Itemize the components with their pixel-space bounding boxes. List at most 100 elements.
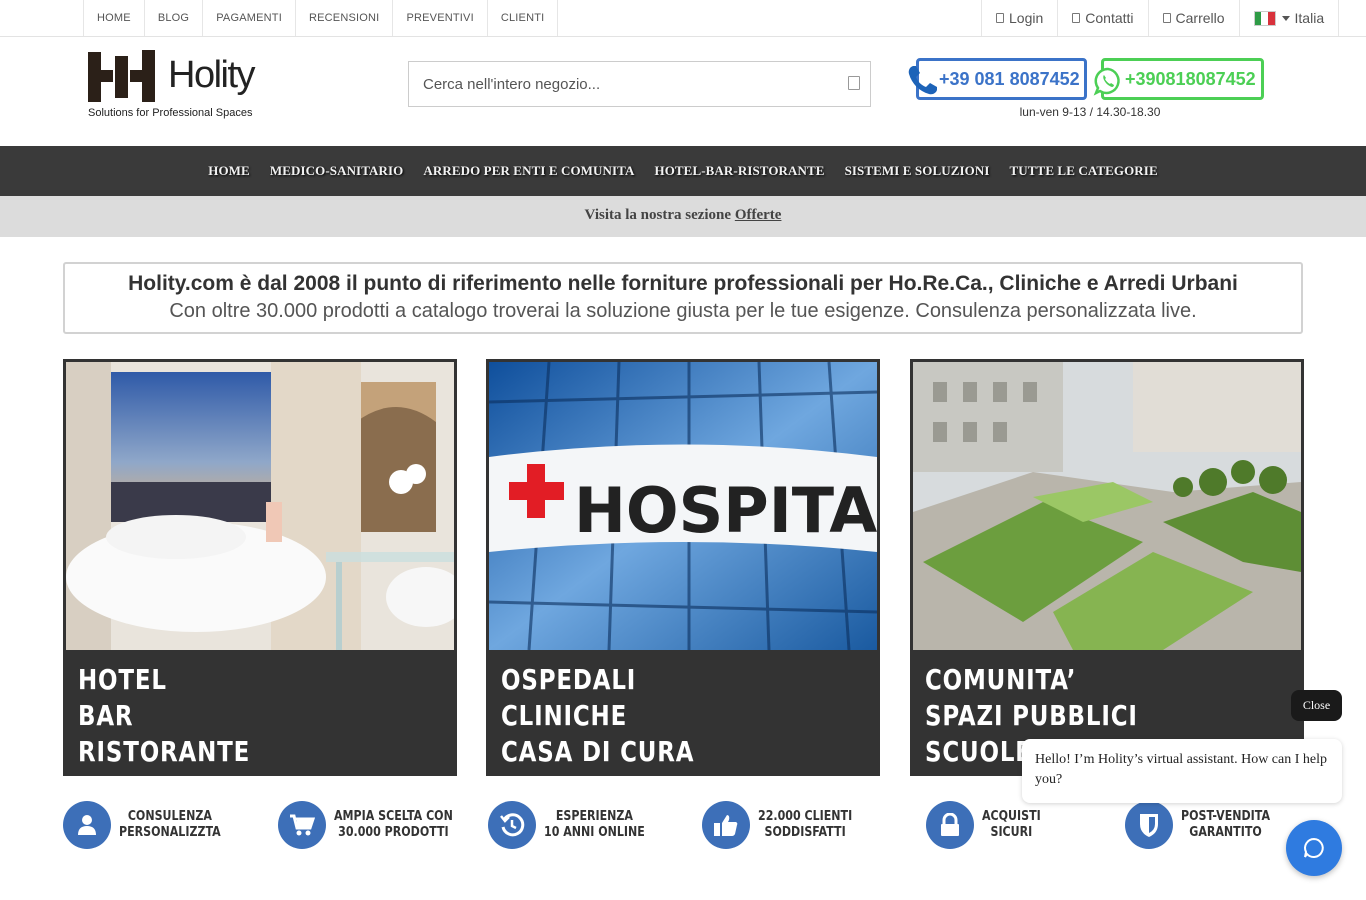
feature-line: 10 ANNI ONLINE [544,825,645,840]
italy-flag-icon [1253,10,1276,26]
thumbs-up-icon [702,801,750,849]
contacts-icon [1072,13,1081,23]
whatsapp-number: +390818087452 [1125,69,1256,89]
category-card-hotel[interactable]: HOTEL BAR RISTORANTE [63,359,457,776]
caption-line: RISTORANTE [78,735,251,768]
top-link-recensioni[interactable]: RECENSIONI [296,0,394,36]
phone-contact[interactable]: +39 081 8087452 [916,58,1087,100]
chat-launcher-button[interactable] [1286,820,1342,876]
intro-title: Holity.com è dal 2008 il punto di riferi… [128,272,1238,295]
top-link-preventivi[interactable]: PREVENTIVI [393,0,488,36]
cart-label: Carrello [1175,10,1225,26]
public-space-image [913,362,1301,650]
feature-consulenza: CONSULENZA PERSONALIZZTA [63,800,239,850]
top-link-blog[interactable]: BLOG [145,0,204,36]
hospital-sign-text: HOSPITA [574,474,877,547]
contacts-link[interactable]: Contatti [1058,0,1149,36]
top-link-home[interactable]: HOME [84,0,145,36]
intro-subtitle: Con oltre 30.000 prodotti a catalogo tro… [169,300,1197,322]
feature-line: CONSULENZA [127,809,212,824]
whatsapp-icon [1093,67,1120,96]
feature-line: PERSONALIZZTA [119,825,221,840]
feature-text: AMPIA SCELTA CON 30.000 PRODOTTI [334,809,453,841]
caption-line: BAR [78,699,134,732]
hotel-room-image [66,362,454,650]
search-icon[interactable] [848,76,860,90]
country-label: Italia [1294,10,1325,26]
nav-medico-sanitario[interactable]: MEDICO-SANITARIO [270,163,404,179]
intro-box: Holity.com è dal 2008 il punto di riferi… [63,262,1303,334]
feature-ampia-scelta: AMPIA SCELTA CON 30.000 PRODOTTI [278,800,474,850]
login-label: Login [1009,10,1044,26]
feature-text: 22.000 CLIENTI SODDISFATTI [758,809,852,841]
feature-line: AMPIA SCELTA CON [334,809,453,824]
cart-link[interactable]: Carrello [1149,0,1240,36]
chat-close-button[interactable]: Close [1291,690,1342,721]
country-selector[interactable]: Italia [1240,0,1340,36]
account-links: Login Contatti Carrello Italia [981,0,1340,36]
chat-greeting[interactable]: Hello! I’m Holity’s virtual assistant. H… [1022,739,1342,803]
offer-banner: Visita la nostra sezione Offerte [0,196,1366,237]
feature-line: GARANTITO [1189,825,1262,840]
cart-icon [278,801,326,849]
caption-line: CLINICHE [501,699,628,732]
feature-post-vendita: POST-VENDITA GARANTITO [1125,800,1286,850]
top-links: HOME BLOG PAGAMENTI RECENSIONI PREVENTIV… [83,0,559,36]
nav-tutte-categorie[interactable]: TUTTE LE CATEGORIE [1010,163,1158,179]
contacts-label: Contatti [1085,10,1134,26]
feature-text: ESPERIENZA 10 ANNI ONLINE [544,809,645,841]
hospital-building-image: HOSPITA [489,362,877,650]
feature-clienti: 22.000 CLIENTI SODDISFATTI [702,800,869,850]
top-link-pagamenti[interactable]: PAGAMENTI [203,0,296,36]
top-link-clienti[interactable]: CLIENTI [488,0,559,36]
caption-line: HOTEL [78,663,167,696]
category-card-ospedali[interactable]: HOSPITA OSPEDALI CLINICHE CASA DI CURA [486,359,880,776]
caption-line: OSPEDALI [501,663,637,696]
feature-text: POST-VENDITA GARANTITO [1181,809,1270,841]
chevron-down-icon [1281,15,1290,21]
offer-link[interactable]: Offerte [735,207,782,223]
feature-line: 30.000 PRODOTTI [338,825,449,840]
feature-line: SODDISFATTI [764,825,846,840]
caption-line: COMUNITA’ [925,663,1077,696]
history-icon [488,801,536,849]
shield-icon [1125,801,1173,849]
feature-text: ACQUISTI SICURI [982,809,1041,841]
whatsapp-contact[interactable]: +390818087452 [1101,58,1264,100]
search-input[interactable] [423,62,833,106]
category-card-comunita[interactable]: COMUNITA’ SPAZI PUBBLICI SCUOLE [910,359,1304,776]
search-box [408,61,871,107]
feature-line: SICURI [990,825,1033,840]
top-bar: HOME BLOG PAGAMENTI RECENSIONI PREVENTIV… [0,0,1366,37]
feature-line: 22.000 CLIENTI [758,809,853,824]
login-icon [996,13,1004,23]
offer-prefix: Visita la nostra sezione [584,207,732,223]
login-link[interactable]: Login [982,0,1059,36]
logo-tagline: Solutions for Professional Spaces [88,107,253,119]
card-caption: HOTEL BAR RISTORANTE [78,662,250,770]
caption-line: CASA DI CURA [501,735,695,768]
holity-logo[interactable]: Holity Solutions for Professional Spaces [88,50,268,122]
feature-line: POST-VENDITA [1181,809,1271,824]
lock-icon [926,801,974,849]
feature-line: ACQUISTI [982,809,1041,824]
main-navigation: HOME MEDICO-SANITARIO ARREDO PER ENTI E … [0,146,1366,196]
caption-line: SPAZI PUBBLICI [925,699,1138,732]
nav-home[interactable]: HOME [208,163,250,179]
feature-text: CONSULENZA PERSONALIZZTA [119,809,221,841]
nav-sistemi-soluzioni[interactable]: SISTEMI E SOLUZIONI [845,163,990,179]
nav-hotel-bar-ristorante[interactable]: HOTEL-BAR-RISTORANTE [654,163,824,179]
user-icon [63,801,111,849]
holity-logo-mark-icon [88,50,155,102]
feature-esperienza: ESPERIENZA 10 ANNI ONLINE [488,800,663,850]
chat-bubble-icon [1304,837,1324,858]
feature-line: ESPERIENZA [555,809,633,824]
phone-icon [908,66,937,95]
logo-wordmark: Holity [168,54,256,96]
phone-number: +39 081 8087452 [939,69,1080,89]
nav-arredo-enti[interactable]: ARREDO PER ENTI E COMUNITA [423,163,634,179]
feature-acquisti-sicuri: ACQUISTI SICURI [926,800,1051,850]
card-caption: OSPEDALI CLINICHE CASA DI CURA [501,662,694,770]
cart-icon [1162,13,1171,23]
opening-hours: lun-ven 9-13 / 14.30-18.30 [1019,105,1161,119]
